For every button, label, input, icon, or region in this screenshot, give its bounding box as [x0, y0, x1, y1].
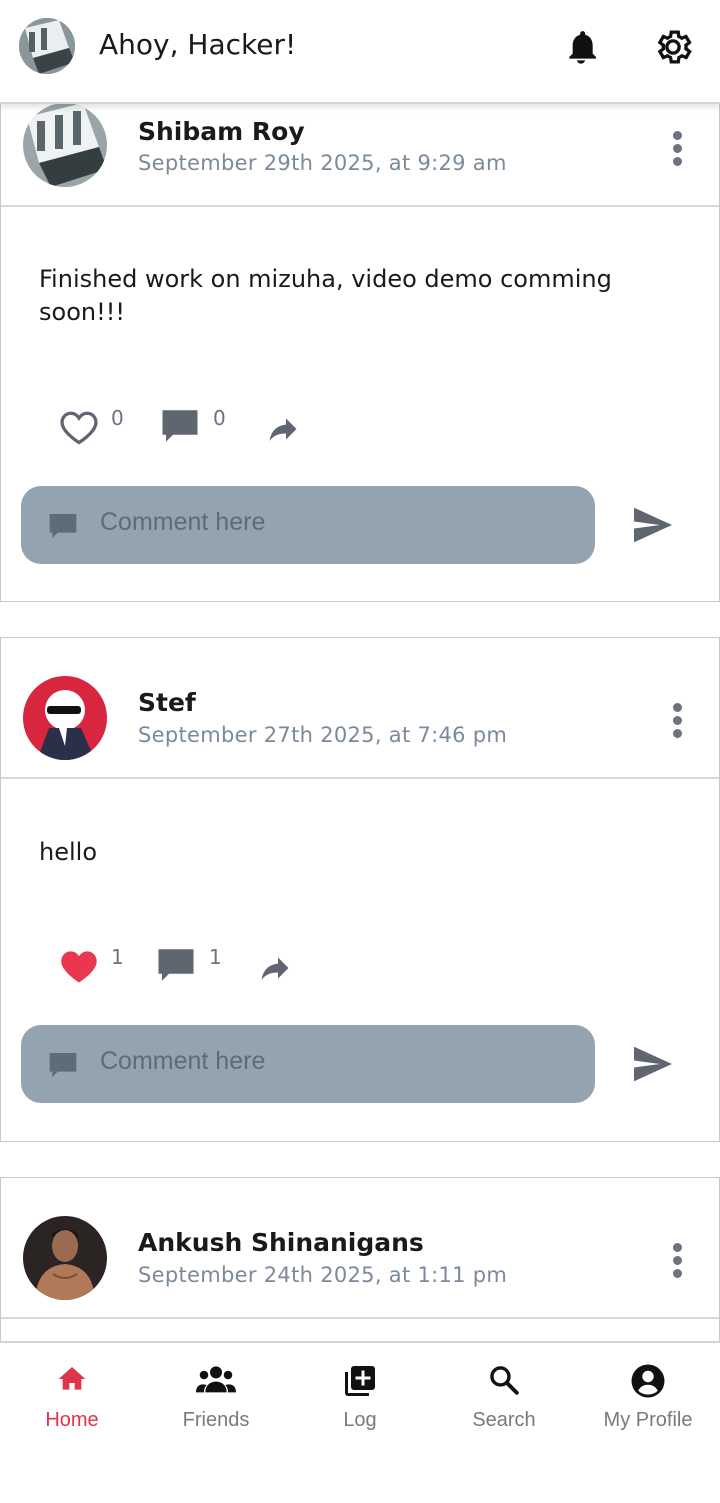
add-post-icon: [345, 1366, 375, 1396]
nav-label: Friends: [182, 1409, 250, 1431]
profile-icon: [631, 1364, 665, 1398]
author-name[interactable]: Stef: [138, 688, 196, 717]
friends-icon: [196, 1366, 236, 1393]
home-icon: [58, 1367, 86, 1390]
comment-count: 0: [213, 406, 226, 430]
user-avatar[interactable]: [19, 18, 75, 74]
heart-outline-icon: [60, 411, 98, 445]
post-card: Shibam Roy September 29th 2025, at 9:29 …: [0, 102, 720, 602]
nav-label: Search: [472, 1409, 536, 1431]
comment-input[interactable]: Comment here: [21, 486, 595, 564]
heart-filled-icon: [61, 951, 97, 983]
send-icon[interactable]: [631, 506, 675, 544]
nav-search[interactable]: Search: [432, 1343, 576, 1443]
comment-button[interactable]: [159, 405, 203, 449]
comment-button[interactable]: [155, 944, 199, 988]
like-button[interactable]: [57, 944, 101, 988]
nav-label: Home: [45, 1409, 99, 1431]
author-name[interactable]: Shibam Roy: [138, 117, 305, 146]
search-icon: [490, 1366, 519, 1395]
post-date: September 27th 2025, at 7:46 pm: [138, 723, 508, 747]
post-card: Stef September 27th 2025, at 7:46 pm hel…: [0, 637, 720, 1142]
comment-input[interactable]: Comment here: [21, 1025, 595, 1103]
share-arrow-icon: [269, 418, 297, 441]
nav-home[interactable]: Home: [0, 1343, 144, 1443]
nav-friends[interactable]: Friends: [144, 1343, 288, 1443]
comment-icon: [49, 1053, 77, 1077]
more-options-icon[interactable]: [671, 703, 683, 738]
share-button[interactable]: [263, 411, 303, 447]
like-count: 0: [111, 406, 124, 430]
more-options-icon[interactable]: [671, 1243, 683, 1278]
comment-icon: [158, 949, 194, 981]
comment-placeholder: Comment here: [100, 508, 266, 536]
nav-label: Log: [343, 1409, 377, 1431]
nav-label: My Profile: [603, 1409, 693, 1431]
nav-my-profile[interactable]: My Profile: [576, 1343, 720, 1443]
author-name[interactable]: Ankush Shinanigans: [138, 1228, 424, 1257]
top-bar: Ahoy, Hacker!: [0, 0, 720, 104]
notifications-bell-icon[interactable]: [561, 26, 601, 68]
like-count: 1: [111, 945, 124, 969]
share-arrow-icon: [261, 957, 289, 980]
comment-count: 1: [209, 945, 222, 969]
post-card: Ankush Shinanigans September 24th 2025, …: [0, 1177, 720, 1349]
like-button[interactable]: [57, 405, 101, 449]
author-avatar[interactable]: [23, 103, 107, 187]
post-header: Ankush Shinanigans September 24th 2025, …: [1, 1178, 719, 1319]
post-text: Finished work on mizuha, video demo comm…: [39, 265, 612, 326]
author-avatar[interactable]: [23, 1216, 107, 1300]
post-header: Shibam Roy September 29th 2025, at 9:29 …: [1, 103, 719, 207]
post-date: September 29th 2025, at 9:29 am: [138, 151, 507, 175]
comment-icon: [162, 410, 198, 442]
post-header: Stef September 27th 2025, at 7:46 pm: [1, 638, 719, 779]
post-date: September 24th 2025, at 1:11 pm: [138, 1263, 508, 1287]
greeting-text: Ahoy, Hacker!: [99, 28, 297, 61]
share-button[interactable]: [255, 950, 295, 986]
comment-icon: [49, 514, 77, 538]
settings-gear-icon[interactable]: [652, 26, 694, 68]
post-text: hello: [39, 838, 97, 866]
send-icon[interactable]: [631, 1045, 675, 1083]
comment-placeholder: Comment here: [100, 1047, 266, 1075]
bottom-navigation: Home Friends Log Search My Profile: [0, 1341, 720, 1503]
nav-log[interactable]: Log: [288, 1343, 432, 1443]
author-avatar[interactable]: [23, 676, 107, 760]
more-options-icon[interactable]: [671, 131, 683, 166]
